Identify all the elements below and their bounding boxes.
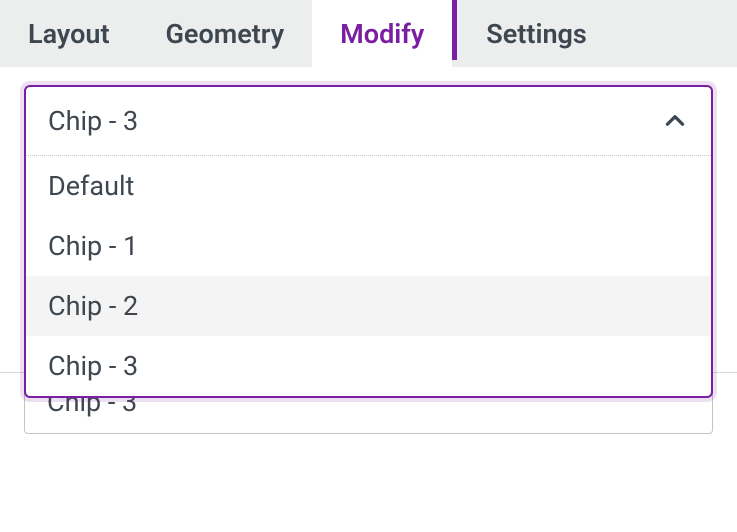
tab-modify[interactable]: Modify: [312, 0, 452, 67]
dropdown-option-label: Chip - 2: [48, 290, 138, 322]
tab-label: Settings: [486, 18, 587, 50]
chip-dropdown-list: Default Chip - 1 Chip - 2 Chip - 3: [26, 156, 711, 396]
dropdown-option-chip-3[interactable]: Chip - 3: [26, 336, 711, 396]
tab-layout[interactable]: Layout: [0, 0, 138, 67]
chevron-up-icon: [661, 107, 689, 135]
chip-dropdown-selected: Chip - 3: [48, 105, 138, 137]
dropdown-option-label: Chip - 1: [48, 230, 138, 262]
tab-label: Layout: [28, 18, 110, 50]
dropdown-option-chip-1[interactable]: Chip - 1: [26, 216, 711, 276]
tab-geometry[interactable]: Geometry: [138, 0, 313, 67]
chip-dropdown[interactable]: Chip - 3 Default Chip - 1 Chip - 2 Chip …: [24, 85, 713, 398]
dropdown-option-chip-2[interactable]: Chip - 2: [26, 276, 711, 336]
tab-settings[interactable]: Settings: [458, 0, 615, 67]
dropdown-option-label: Default: [48, 170, 134, 202]
chip-dropdown-header[interactable]: Chip - 3: [26, 87, 711, 156]
tab-label: Geometry: [166, 18, 285, 50]
tab-label: Modify: [340, 18, 424, 50]
tab-bar: Layout Geometry Modify Settings: [0, 0, 737, 67]
dropdown-option-label: Chip - 3: [48, 350, 138, 382]
dropdown-option-default[interactable]: Default: [26, 156, 711, 216]
